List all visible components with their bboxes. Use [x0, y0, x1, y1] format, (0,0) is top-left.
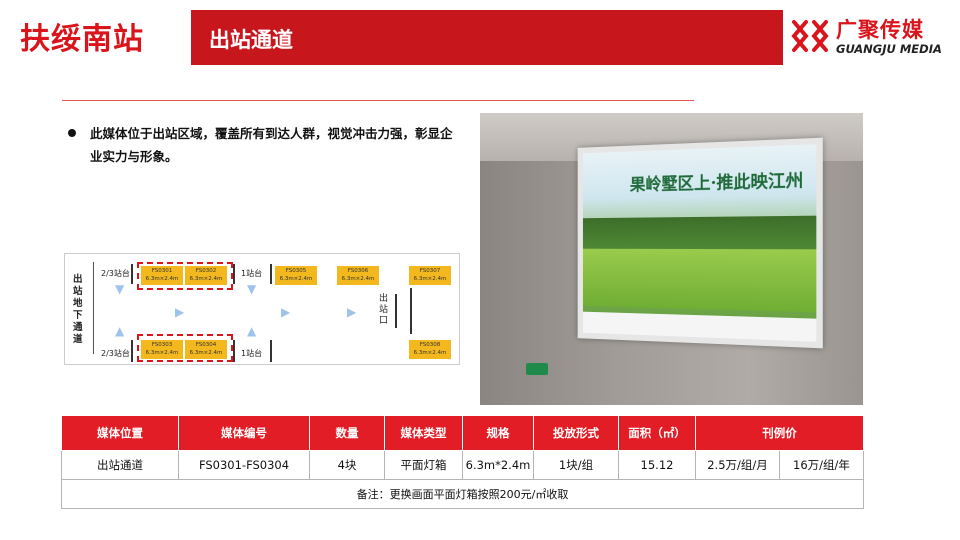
ad-box-fs0304: FS0304 6.3m×2.4m [185, 340, 227, 359]
ad-box-fs0302: FS0302 6.3m×2.4m [185, 266, 227, 285]
exit-label: 出站口 [379, 294, 389, 327]
cell-quantity: 4块 [310, 451, 385, 480]
th-format: 投放形式 [534, 416, 619, 451]
table-row: 出站通道 FS0301-FS0304 4块 平面灯箱 6.3m*2.4m 1块/… [62, 451, 864, 480]
ad-box-code: FS0308 [409, 341, 451, 349]
description-bullet: 此媒体位于出站区域，覆盖所有到达人群，视觉冲击力强，彰显企业实力与形象。 [68, 122, 460, 168]
ad-box-size: 6.3m×2.4m [141, 275, 183, 283]
ad-lawn [583, 249, 816, 313]
ad-box-size: 6.3m×2.4m [337, 275, 379, 283]
ad-box-size: 6.3m×2.4m [409, 275, 451, 283]
cell-format: 1块/组 [534, 451, 619, 480]
platform-divider [233, 340, 235, 362]
ad-box-code: FS0303 [141, 341, 183, 349]
cell-area: 15.12 [619, 451, 696, 480]
flow-arrow-down-icon: ▼ [247, 282, 256, 296]
cell-location: 出站通道 [62, 451, 179, 480]
cell-code: FS0301-FS0304 [179, 451, 310, 480]
ad-box-fs0303: FS0303 6.3m×2.4m [141, 340, 183, 359]
ad-box-size: 6.3m×2.4m [185, 275, 227, 283]
logo-mark-icon [790, 16, 830, 56]
description-text: 此媒体位于出站区域，覆盖所有到达人群，视觉冲击力强，彰显企业实力与形象。 [68, 122, 460, 168]
ad-box-size: 6.3m×2.4m [409, 349, 451, 357]
flow-arrow-up-icon: ▲ [247, 324, 256, 338]
flow-arrow-right-icon: ▶ [175, 305, 184, 319]
section-header-bar: 出站通道 [191, 10, 783, 65]
section-title: 出站通道 [209, 24, 293, 54]
ad-box-fs0306: FS0306 6.3m×2.4m [337, 266, 379, 285]
cell-price-year: 16万/组/年 [780, 451, 864, 480]
ad-creative: 果岭墅区上·推此映江州 [583, 144, 816, 342]
table-header-row: 媒体位置 媒体编号 数量 媒体类型 规格 投放形式 面积（㎡） 刊例价 [62, 416, 864, 451]
th-quantity: 数量 [310, 416, 385, 451]
cell-spec: 6.3m*2.4m [463, 451, 534, 480]
location-map: 出站地下通道 2/3站台 2/3站台 1站台 1站台 FS0301 6.3m×2.… [64, 253, 460, 365]
logo-text-en: GUANGJU MEDIA [836, 42, 942, 56]
ad-box-fs0301: FS0301 6.3m×2.4m [141, 266, 183, 285]
platform-divider [410, 288, 412, 334]
media-table: 媒体位置 媒体编号 数量 媒体类型 规格 投放形式 面积（㎡） 刊例价 出站通道… [61, 415, 864, 509]
ad-box-fs0305: FS0305 6.3m×2.4m [275, 266, 317, 285]
station-title: 扶绥南站 [20, 14, 144, 58]
header-divider [62, 100, 694, 101]
ad-footer-strip [583, 312, 816, 342]
ad-box-fs0308: FS0308 6.3m×2.4m [409, 340, 451, 359]
platform-label-top-mid: 1站台 [241, 268, 262, 279]
exit-sign-icon [526, 363, 548, 375]
platform-label-bottom-left: 2/3站台 [101, 348, 130, 359]
th-spec: 规格 [463, 416, 534, 451]
ad-box-fs0307: FS0307 6.3m×2.4m [409, 266, 451, 285]
lightbox-frame: 果岭墅区上·推此映江州 [578, 138, 823, 349]
th-price: 刊例价 [696, 416, 864, 451]
ad-box-code: FS0306 [337, 267, 379, 275]
platform-divider [270, 264, 272, 284]
ad-box-size: 6.3m×2.4m [275, 275, 317, 283]
th-area: 面积（㎡） [619, 416, 696, 451]
platform-divider [131, 340, 133, 362]
table-note-row: 备注：更换画面平面灯箱按照200元/㎡收取 [62, 480, 864, 509]
ad-box-code: FS0301 [141, 267, 183, 275]
ad-box-code: FS0302 [185, 267, 227, 275]
th-location: 媒体位置 [62, 416, 179, 451]
ad-trees [583, 216, 816, 252]
cell-price-month: 2.5万/组/月 [696, 451, 780, 480]
ad-box-code: FS0305 [275, 267, 317, 275]
platform-divider [270, 340, 272, 362]
flow-arrow-up-icon: ▲ [115, 324, 124, 338]
flow-arrow-right-icon: ▶ [347, 305, 356, 319]
ad-box-code: FS0304 [185, 341, 227, 349]
company-logo: 广聚传媒 GUANGJU MEDIA [790, 14, 950, 60]
ad-box-size: 6.3m×2.4m [141, 349, 183, 357]
exit-gate-icon [395, 294, 409, 328]
flow-arrow-right-icon: ▶ [281, 305, 290, 319]
ad-box-code: FS0307 [409, 267, 451, 275]
ad-headline: 果岭墅区上·推此映江州 [630, 166, 804, 196]
platform-label-top-left: 2/3站台 [101, 268, 130, 279]
table-note: 备注：更换画面平面灯箱按照200元/㎡收取 [62, 480, 864, 509]
logo-text-cn: 广聚传媒 [836, 14, 924, 44]
site-photo: 果岭墅区上·推此映江州 [480, 113, 863, 405]
th-code: 媒体编号 [179, 416, 310, 451]
bullet-dot-icon [68, 129, 76, 137]
th-type: 媒体类型 [385, 416, 463, 451]
cell-type: 平面灯箱 [385, 451, 463, 480]
ad-box-size: 6.3m×2.4m [185, 349, 227, 357]
platform-divider [233, 264, 235, 284]
map-side-label: 出站地下通道 [73, 274, 87, 346]
platform-divider [131, 264, 133, 284]
flow-arrow-down-icon: ▼ [115, 282, 124, 296]
platform-label-bottom-mid: 1站台 [241, 348, 262, 359]
map-separator [93, 262, 94, 354]
